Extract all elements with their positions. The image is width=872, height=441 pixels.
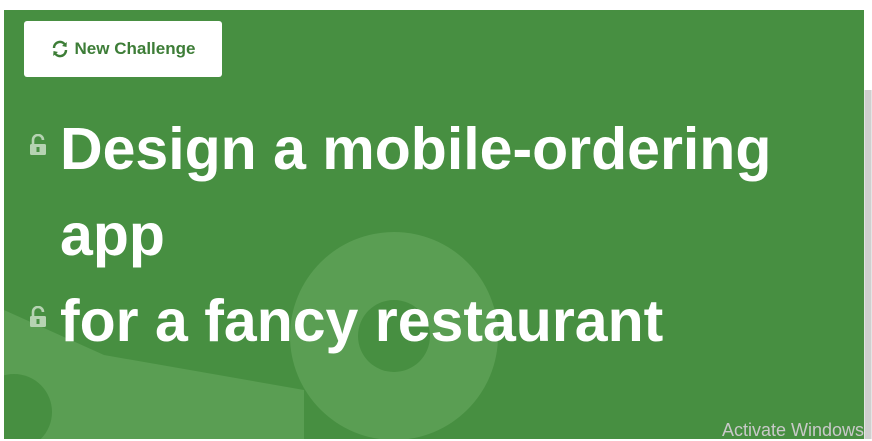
challenge-line-2: for a fancy restaurant — [26, 278, 824, 364]
challenge-line-text: for a fancy restaurant — [60, 288, 664, 354]
challenge-panel: New Challenge Design a mobile-ordering a… — [4, 10, 864, 439]
unlocked-lock-icon[interactable] — [28, 306, 48, 328]
new-challenge-button[interactable]: New Challenge — [24, 21, 222, 77]
vertical-scrollbar[interactable] — [864, 90, 872, 439]
challenge-text: Design a mobile-ordering app for a fancy… — [26, 106, 824, 364]
new-challenge-label: New Challenge — [74, 39, 196, 58]
challenge-line-1: Design a mobile-ordering app — [26, 106, 824, 278]
challenge-line-text: Design a mobile-ordering app — [60, 116, 772, 268]
refresh-icon — [52, 40, 67, 58]
scrollbar-thumb[interactable] — [865, 90, 871, 439]
activate-windows-watermark: Activate Windows — [721, 420, 864, 440]
unlocked-lock-icon[interactable] — [28, 134, 48, 156]
